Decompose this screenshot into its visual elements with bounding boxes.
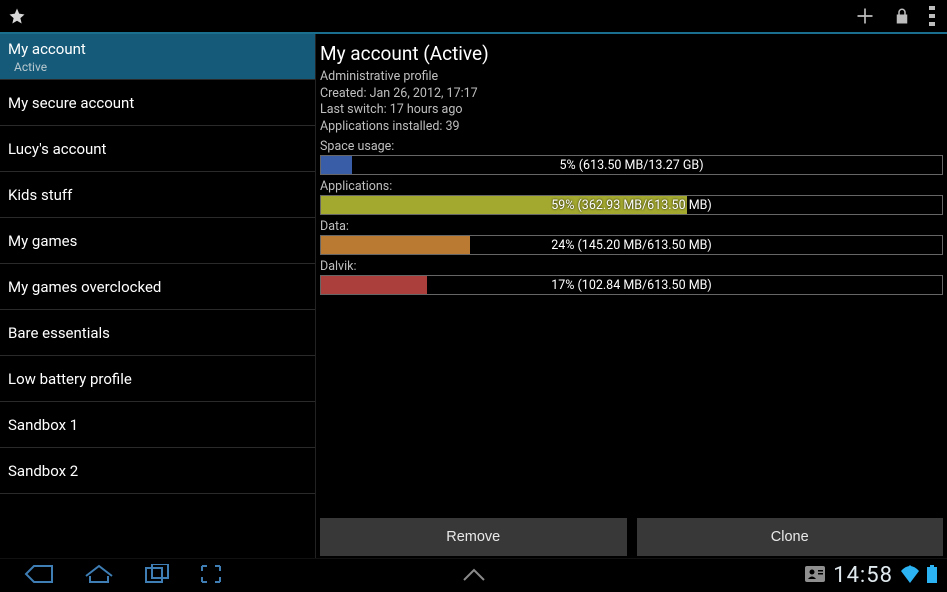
sidebar-item-label: Kids stuff (8, 186, 315, 204)
action-bar (0, 0, 947, 34)
sidebar[interactable]: My account Active My secure account Lucy… (0, 34, 316, 558)
sidebar-item-label: Sandbox 2 (8, 462, 315, 480)
add-icon[interactable] (855, 6, 875, 26)
sidebar-item-my-account[interactable]: My account Active (0, 34, 315, 80)
data-bar: 24% (145.20 MB/613.50 MB) (320, 235, 943, 255)
applications-text: 59% (362.93 MB/613.50 MB) (321, 196, 942, 216)
contact-card-icon[interactable] (805, 566, 825, 586)
content-area: My account (Active) Administrative profi… (316, 34, 947, 558)
sidebar-item-my-games[interactable]: My games (0, 218, 315, 264)
recent-apps-icon[interactable] (144, 564, 170, 588)
clone-button[interactable]: Clone (637, 518, 944, 556)
sidebar-item-low-battery-profile[interactable]: Low battery profile (0, 356, 315, 402)
space-usage-bar: 5% (613.50 MB/13.27 GB) (320, 155, 943, 175)
wifi-icon (901, 565, 919, 587)
sidebar-item-label: Sandbox 1 (8, 416, 315, 434)
clock[interactable]: 14:58 (833, 563, 893, 588)
space-usage-label: Space usage: (320, 138, 943, 155)
lock-icon[interactable] (893, 7, 911, 25)
overflow-menu-icon[interactable] (929, 6, 935, 26)
sidebar-item-sandbox-2[interactable]: Sandbox 2 (0, 448, 315, 494)
sidebar-item-bare-essentials[interactable]: Bare essentials (0, 310, 315, 356)
chevron-up-icon[interactable] (462, 567, 486, 586)
dalvik-text: 17% (102.84 MB/613.50 MB) (321, 276, 942, 296)
sidebar-item-sandbox-1[interactable]: Sandbox 1 (0, 402, 315, 448)
data-label: Data: (320, 218, 943, 235)
space-usage-text: 5% (613.50 MB/13.27 GB) (321, 156, 942, 176)
sidebar-item-my-games-overclocked[interactable]: My games overclocked (0, 264, 315, 310)
sidebar-item-lucys-account[interactable]: Lucy's account (0, 126, 315, 172)
page-title: My account (Active) (320, 42, 943, 65)
sidebar-item-label: Bare essentials (8, 324, 315, 342)
sidebar-item-label: My account (8, 40, 315, 58)
sidebar-item-sub: Active (14, 60, 315, 74)
battery-icon (927, 565, 937, 587)
sidebar-item-label: My games (8, 232, 315, 250)
home-icon[interactable] (84, 564, 114, 588)
system-nav-bar: 14:58 (0, 558, 947, 592)
applications-label: Applications: (320, 178, 943, 195)
screenshot-icon[interactable] (200, 564, 222, 588)
data-text: 24% (145.20 MB/613.50 MB) (321, 236, 942, 256)
meta-created: Created: Jan 26, 2012, 17:17 (320, 86, 943, 103)
meta-profile-type: Administrative profile (320, 69, 943, 86)
meta-apps-installed: Applications installed: 39 (320, 119, 943, 136)
dalvik-label: Dalvik: (320, 258, 943, 275)
applications-bar: 59% (362.93 MB/613.50 MB) (320, 195, 943, 215)
remove-button[interactable]: Remove (320, 518, 627, 556)
star-icon[interactable] (8, 7, 26, 25)
sidebar-item-label: My secure account (8, 94, 315, 112)
sidebar-item-label: Lucy's account (8, 140, 315, 158)
sidebar-item-my-secure-account[interactable]: My secure account (0, 80, 315, 126)
sidebar-item-kids-stuff[interactable]: Kids stuff (0, 172, 315, 218)
meta-last-switch: Last switch: 17 hours ago (320, 102, 943, 119)
dalvik-bar: 17% (102.84 MB/613.50 MB) (320, 275, 943, 295)
sidebar-item-label: My games overclocked (8, 278, 315, 296)
back-icon[interactable] (24, 564, 54, 588)
sidebar-item-label: Low battery profile (8, 370, 315, 388)
